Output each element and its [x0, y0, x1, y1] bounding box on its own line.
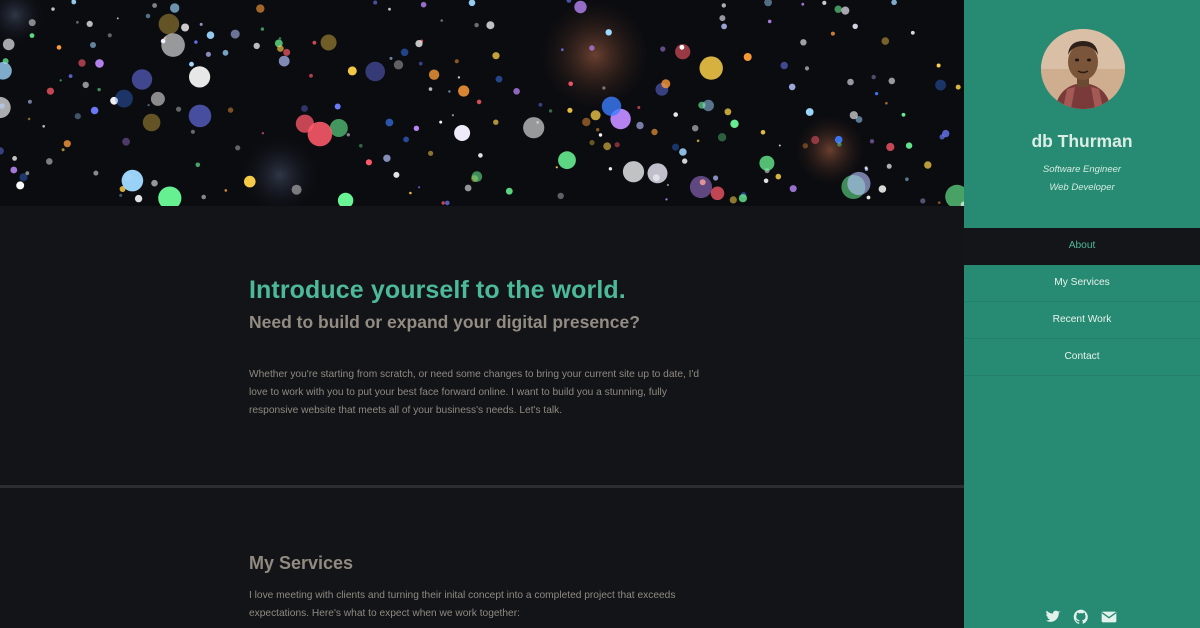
about-section: Introduce yourself to the world. Need to…	[0, 206, 964, 485]
social-links	[964, 608, 1200, 626]
nav-item-recent-work[interactable]: Recent Work	[964, 302, 1200, 339]
services-section: My Services I love meeting with clients …	[0, 488, 964, 628]
role-label: Software Engineer	[1042, 164, 1122, 175]
twitter-icon[interactable]	[1045, 609, 1063, 625]
profile-name: db Thurman	[1031, 131, 1133, 151]
role-label: Web Developer	[1049, 182, 1115, 193]
hero-banner-image	[0, 0, 964, 206]
avatar	[1041, 29, 1125, 109]
sidebar: db Thurman Software Engineer Web Develop…	[964, 0, 1200, 628]
about-paragraph: Whether you're starting from scratch, or…	[249, 369, 700, 416]
about-headline: Introduce yourself to the world.	[249, 276, 626, 304]
nav-item-about[interactable]: About	[964, 228, 1200, 265]
about-subheadline: Need to build or expand your digital pre…	[249, 312, 640, 332]
services-title: My Services	[249, 553, 354, 573]
services-paragraph: I love meeting with clients and turning …	[249, 590, 676, 619]
main-content: Introduce yourself to the world. Need to…	[0, 0, 964, 628]
sidebar-nav: About My Services Recent Work Contact	[964, 228, 1200, 376]
github-icon[interactable]	[1073, 609, 1091, 625]
nav-item-my-services[interactable]: My Services	[964, 265, 1200, 302]
bokeh-lights-image	[0, 0, 964, 206]
profile-photo	[1041, 29, 1125, 109]
envelope-icon[interactable]	[1101, 609, 1119, 625]
nav-item-contact[interactable]: Contact	[964, 339, 1200, 376]
